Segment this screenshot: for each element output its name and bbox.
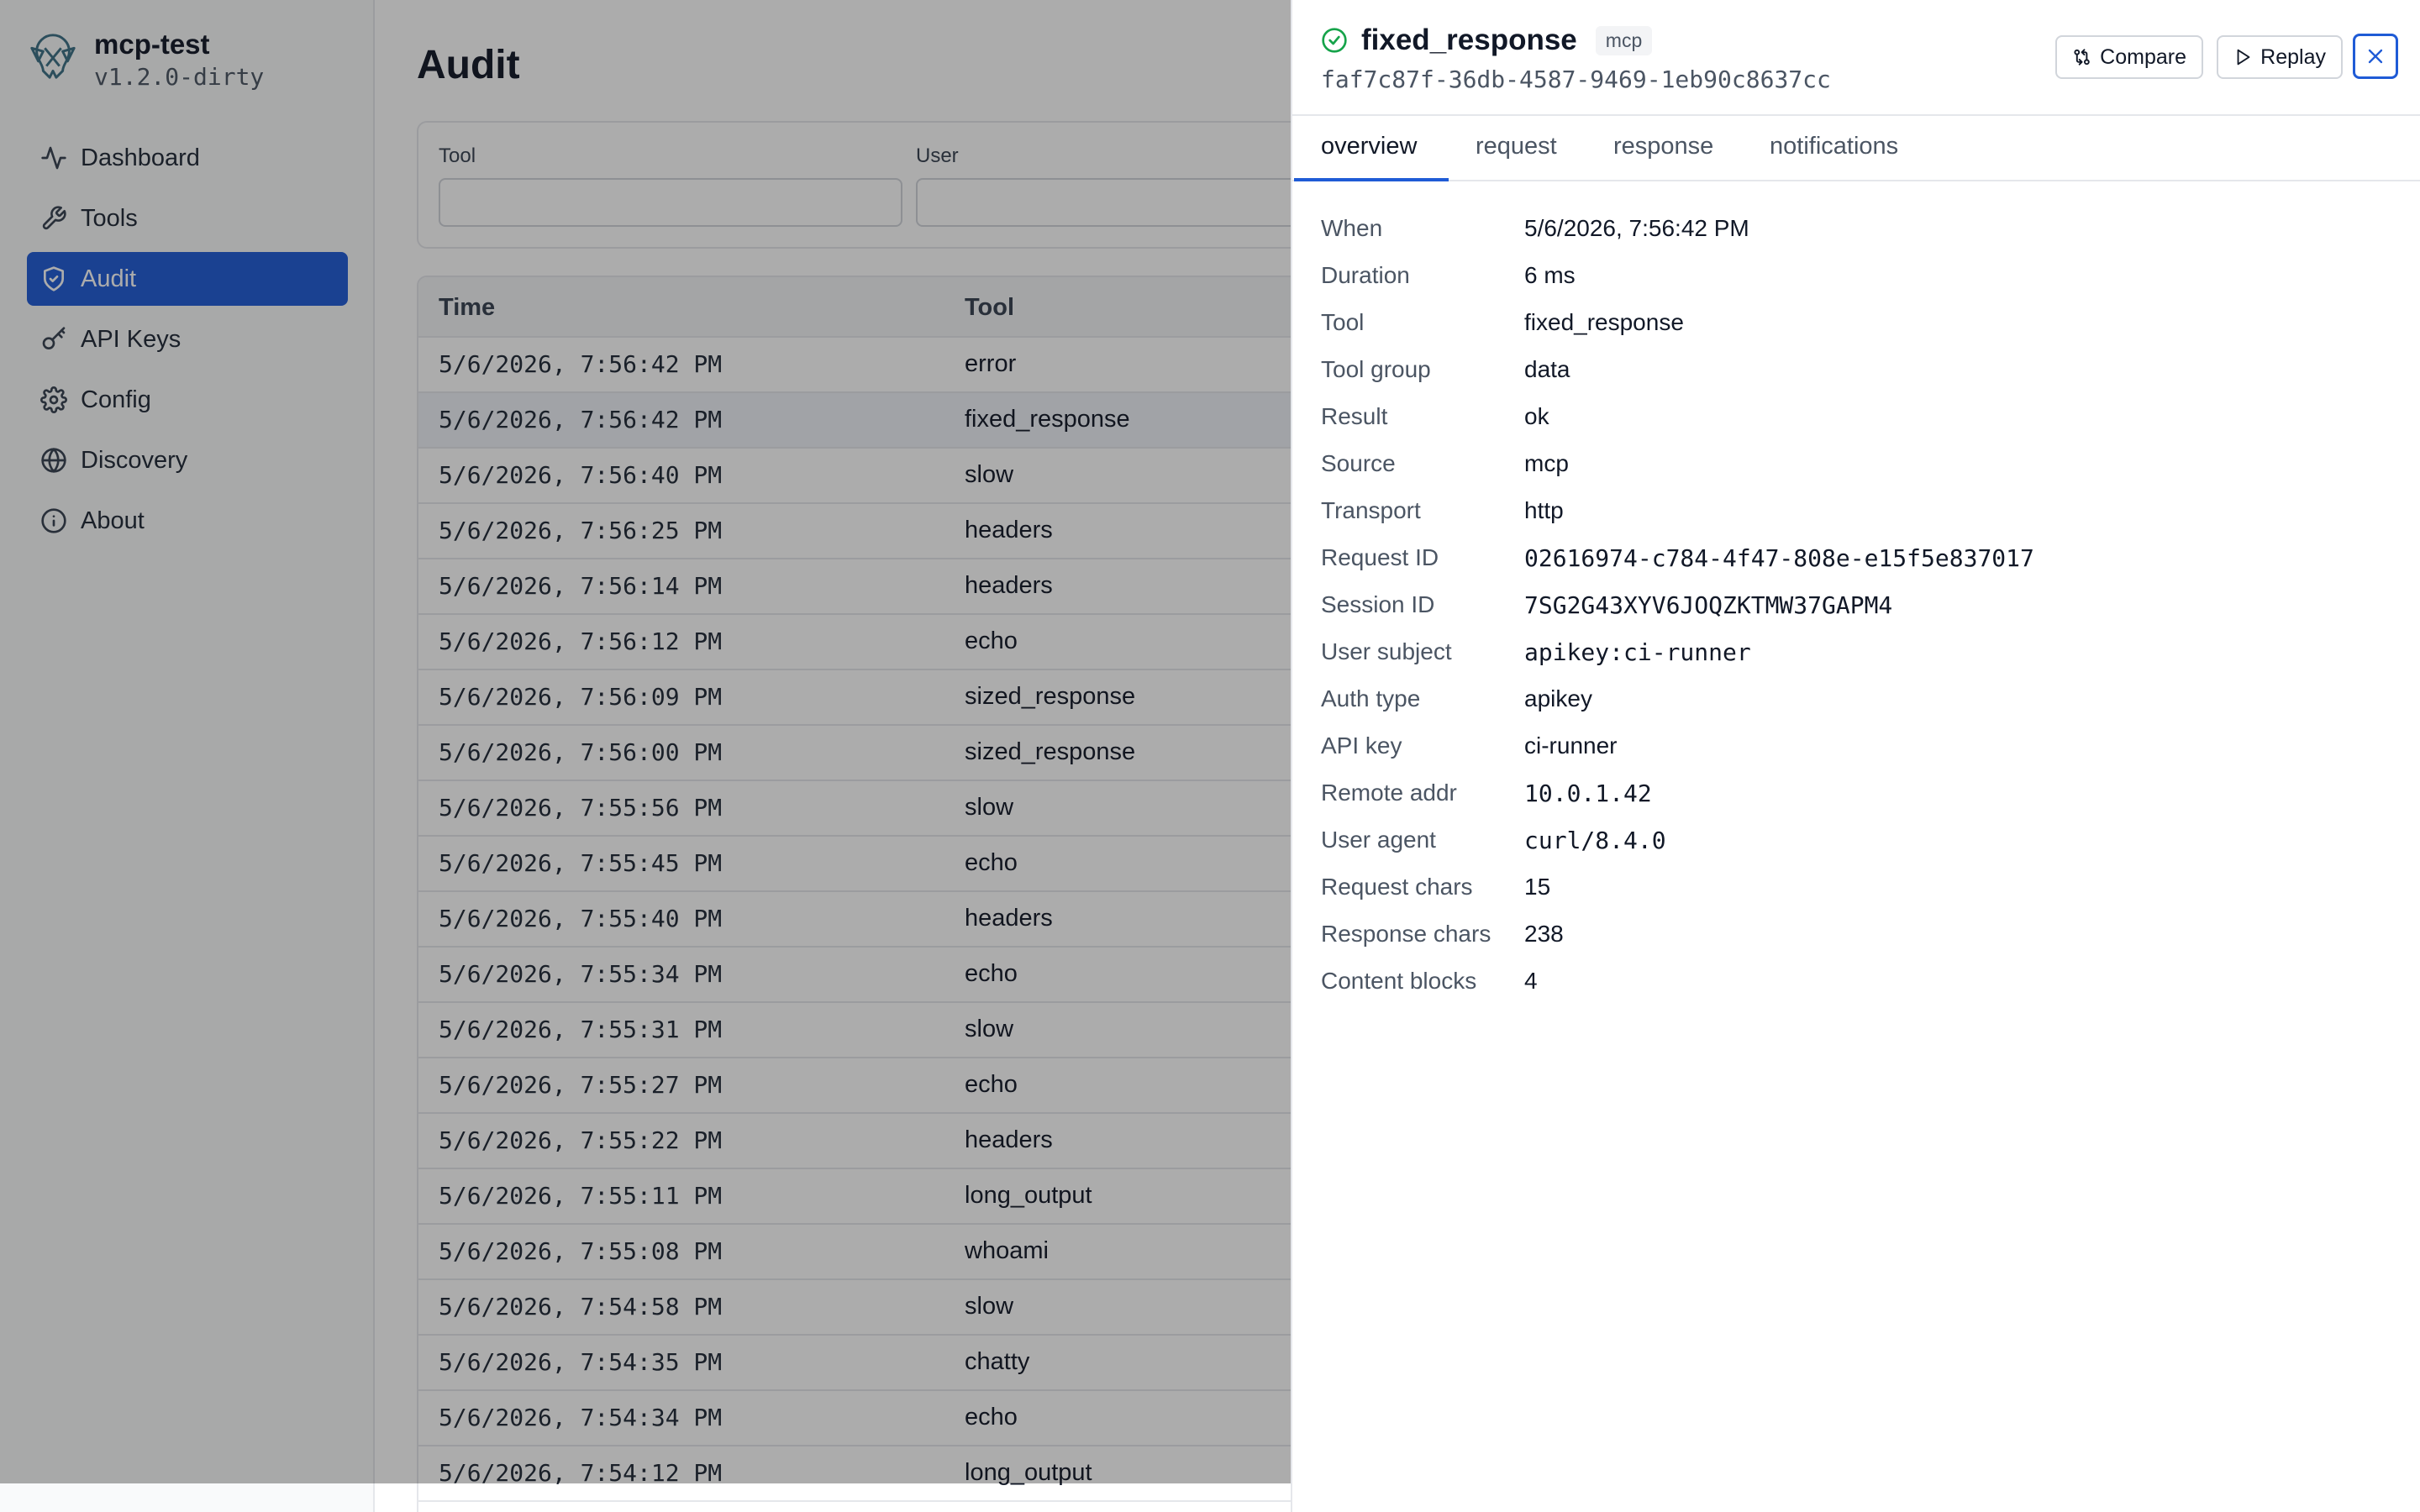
detail-value: ci-runner	[1524, 732, 1618, 759]
source-badge: mcp	[1595, 25, 1653, 55]
detail-label: Auth type	[1321, 685, 1421, 711]
detail-label: Result	[1321, 403, 1388, 429]
detail-row: Duration 6 ms	[1321, 252, 2396, 299]
detail-label: Tool group	[1321, 356, 1431, 382]
detail-value: 4	[1524, 968, 1538, 994]
detail-row: Transport http	[1321, 487, 2396, 534]
detail-value: curl/8.4.0	[1524, 826, 1666, 854]
detail-value: 10.0.1.42	[1524, 779, 1652, 807]
detail-value: apikey:ci-runner	[1524, 638, 1751, 666]
detail-label: Response chars	[1321, 921, 1491, 947]
detail-row: Tool group data	[1321, 346, 2396, 393]
drawer-title: fixed_response	[1361, 24, 1577, 56]
detail-label: Remote addr	[1321, 780, 1457, 806]
detail-value: http	[1524, 497, 1564, 523]
detail-label: When	[1321, 215, 1383, 241]
detail-label: Duration	[1321, 262, 1410, 288]
detail-label: User subject	[1321, 638, 1452, 664]
modal-backdrop[interactable]	[0, 0, 1291, 1483]
detail-row: Content blocks 4	[1321, 958, 2396, 1005]
tab-response[interactable]: response	[1613, 133, 1713, 181]
detail-label: Request chars	[1321, 874, 1473, 900]
close-icon	[2368, 49, 2383, 64]
detail-value: 238	[1524, 921, 1564, 947]
detail-value: ok	[1524, 403, 1549, 429]
drawer-title-row: fixed_response mcp	[1321, 24, 1653, 57]
detail-value: mcp	[1524, 450, 1569, 476]
detail-value: 7SG2G43XYV6JOQZKTMW37GAPM4	[1524, 591, 1893, 619]
detail-label: Transport	[1321, 497, 1421, 523]
detail-value: data	[1524, 356, 1570, 382]
detail-row: Request chars 15	[1321, 864, 2396, 911]
detail-row: When 5/6/2026, 7:56:42 PM	[1321, 205, 2396, 252]
detail-label: API key	[1321, 732, 1402, 759]
check-circle-icon	[1322, 28, 1347, 53]
detail-row: API key ci-runner	[1321, 722, 2396, 769]
detail-row: Auth type apikey	[1321, 675, 2396, 722]
detail-row: Remote addr 10.0.1.42	[1321, 769, 2396, 816]
detail-value: 15	[1524, 874, 1551, 900]
detail-row: User agent curl/8.4.0	[1321, 816, 2396, 864]
detail-label: Source	[1321, 450, 1396, 476]
tab-notifications[interactable]: notifications	[1770, 133, 1898, 181]
detail-label: Session ID	[1321, 591, 1435, 617]
detail-row: Request ID 02616974-c784-4f47-808e-e15f5e…	[1321, 534, 2396, 581]
detail-label: Tool	[1321, 309, 1365, 335]
detail-row: User subject apikey:ci-runner	[1321, 628, 2396, 675]
tab-overview[interactable]: overview	[1321, 133, 1417, 181]
detail-row: Session ID 7SG2G43XYV6JOQZKTMW37GAPM4	[1321, 581, 2396, 628]
event-id: faf7c87f-36db-4587-9469-1eb90c8637cc	[1321, 66, 1831, 93]
detail-value: 5/6/2026, 7:56:42 PM	[1524, 215, 1749, 241]
compare-button-label: Compare	[2100, 45, 2186, 69]
detail-row: Source mcp	[1321, 440, 2396, 487]
compare-button[interactable]: Compare	[2055, 35, 2203, 79]
detail-value: 6 ms	[1524, 262, 1576, 288]
detail-drawer: fixed_response mcp faf7c87f-36db-4587-94…	[1291, 0, 2420, 1512]
detail-row: Result ok	[1321, 393, 2396, 440]
overview-details: When 5/6/2026, 7:56:42 PM Duration 6 ms Tool…	[1321, 205, 2396, 1005]
tab-request[interactable]: request	[1476, 133, 1557, 181]
detail-row: Tool fixed_response	[1321, 299, 2396, 346]
detail-label: Content blocks	[1321, 968, 1477, 994]
drawer-header: fixed_response mcp faf7c87f-36db-4587-94…	[1292, 0, 2420, 116]
detail-row: Response chars 238	[1321, 911, 2396, 958]
close-button[interactable]	[2353, 34, 2398, 79]
replay-button[interactable]: Replay	[2217, 35, 2343, 79]
replay-button-label: Replay	[2260, 45, 2326, 69]
play-icon	[2237, 49, 2250, 66]
detail-value: apikey	[1524, 685, 1592, 711]
active-tab-indicator	[1294, 178, 1449, 181]
compare-icon	[2074, 49, 2090, 66]
detail-value: fixed_response	[1524, 309, 1684, 335]
detail-value: 02616974-c784-4f47-808e-e15f5e837017	[1524, 543, 2034, 572]
drawer-tabs: overview request response notifications	[1292, 116, 2420, 181]
detail-label: Request ID	[1321, 544, 1439, 570]
detail-label: User agent	[1321, 827, 1436, 853]
